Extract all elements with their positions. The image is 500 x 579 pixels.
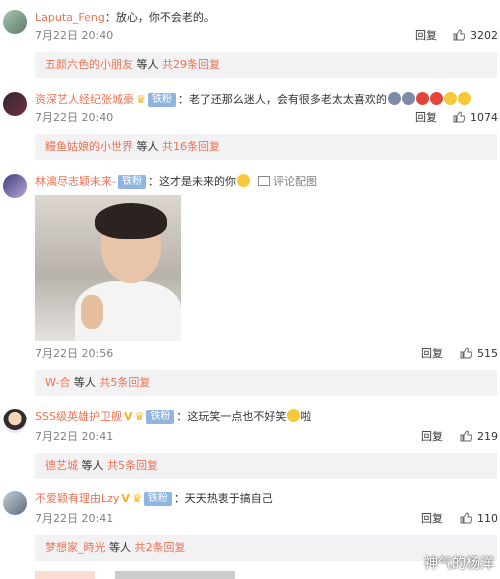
- sub-replies[interactable]: 德艺城 等人 共5条回复: [35, 453, 497, 479]
- sub-reply-count[interactable]: 共5条回复: [107, 459, 158, 472]
- comment-time: 7月22日 20:41: [35, 512, 114, 525]
- fan-badge[interactable]: 铁粉: [117, 175, 146, 189]
- partial-comment: [35, 571, 235, 579]
- avatar[interactable]: [3, 491, 27, 515]
- reply-button[interactable]: 回复: [415, 29, 437, 43]
- fan-badge[interactable]: 铁粉: [143, 492, 172, 506]
- like-count: 515: [477, 347, 498, 360]
- sub-reply-user[interactable]: 鳗鱼姑娘的小世界: [45, 140, 133, 153]
- sub-reply-count[interactable]: 共2条回复: [135, 541, 186, 554]
- like-button[interactable]: 110: [460, 512, 498, 526]
- thumbs-up-icon: [453, 29, 465, 41]
- emoji-icon: [443, 92, 457, 105]
- avatar[interactable]: [3, 174, 27, 198]
- sub-replies[interactable]: 鳗鱼姑娘的小世界 等人 共16条回复: [35, 134, 497, 160]
- sub-reply-user[interactable]: W-合: [45, 376, 70, 389]
- username[interactable]: Laputa_Feng: [35, 11, 105, 24]
- reply-button[interactable]: 回复: [421, 430, 443, 444]
- crown-icon: ♛: [136, 93, 146, 106]
- thumbs-up-icon: [460, 430, 472, 442]
- image-icon: [257, 176, 270, 186]
- thumbs-up-icon: [460, 512, 472, 524]
- sub-reply-text: 等人: [133, 140, 162, 153]
- like-button[interactable]: 1074: [453, 111, 498, 125]
- comment-time: 7月22日 20:56: [35, 347, 114, 360]
- v-icon: V: [121, 492, 130, 505]
- comment-text: ：天天热衷于搞自己: [173, 492, 273, 505]
- emoji-icon: [387, 92, 401, 105]
- thumbs-up-icon: [460, 347, 472, 359]
- username[interactable]: SSS级英雄护卫舰: [35, 410, 122, 423]
- comment-line: Laputa_Feng：放心，你不会老的。: [35, 10, 215, 26]
- comment-line: 资深艺人经纪张城豪 ♛ 铁粉 ：老了还那么迷人，会有很多老太太喜欢的: [35, 92, 471, 108]
- fan-badge[interactable]: 铁粉: [146, 410, 175, 424]
- like-button[interactable]: 3202: [453, 29, 498, 43]
- crown-icon: ♛: [131, 492, 142, 505]
- sub-reply-count[interactable]: 共16条回复: [162, 140, 220, 153]
- username[interactable]: 不爱颖有理由Lzy: [35, 492, 119, 505]
- like-button[interactable]: 515: [460, 347, 498, 361]
- sub-replies[interactable]: 五颜六色的小朋友 等人 共29条回复: [35, 52, 497, 78]
- reply-button[interactable]: 回复: [421, 512, 443, 526]
- crown-icon: ♛: [134, 410, 145, 423]
- emoji-icon: [401, 92, 415, 105]
- comment-image[interactable]: [35, 195, 181, 341]
- sub-reply-text: 等人: [70, 376, 100, 389]
- sub-reply-count[interactable]: 共5条回复: [99, 376, 150, 389]
- like-button[interactable]: 219: [460, 430, 498, 444]
- v-icon: V: [123, 410, 133, 423]
- avatar[interactable]: [3, 409, 27, 433]
- thumbs-up-icon: [453, 111, 465, 123]
- photo-hand: [81, 295, 103, 329]
- comment-line: SSS级英雄护卫舰 V ♛ 铁粉 ：这玩笑一点也不好笑啦: [35, 409, 311, 425]
- comment-text: ：老了还那么迷人，会有很多老太太喜欢的: [177, 93, 387, 106]
- username[interactable]: 林漓尽志颖未来-: [35, 175, 116, 188]
- comment-text: ：这玩笑一点也不好笑: [176, 410, 287, 423]
- like-count: 110: [477, 512, 498, 525]
- photo-hair: [95, 203, 167, 239]
- sub-reply-count[interactable]: 共29条回复: [162, 58, 220, 71]
- reply-button[interactable]: 回复: [421, 347, 443, 361]
- emoji-icon: [429, 92, 443, 105]
- comment-image-link[interactable]: 评论配图: [273, 175, 317, 188]
- comment-text: ：这才是未来的你: [147, 175, 236, 188]
- like-count: 219: [477, 430, 498, 443]
- avatar[interactable]: [3, 92, 27, 116]
- comment-time: 7月22日 20:41: [35, 430, 114, 443]
- like-count: 1074: [470, 111, 498, 124]
- emoji-icon: [415, 92, 429, 105]
- comment-time: 7月22日 20:40: [35, 111, 114, 124]
- comment-line: 林漓尽志颖未来- 铁粉 ：这才是未来的你 评论配图: [35, 174, 317, 190]
- sub-reply-text: 等人: [133, 58, 162, 71]
- sub-reply-text: 等人: [78, 459, 107, 472]
- sub-reply-user[interactable]: 梦想家_時光: [45, 541, 106, 554]
- comment-text-tail: 啦: [300, 410, 312, 423]
- sub-replies[interactable]: W-合 等人 共5条回复: [35, 370, 497, 396]
- comment-time: 7月22日 20:40: [35, 29, 114, 42]
- watermark: 神气的杨洋: [424, 556, 494, 572]
- sub-reply-text: 等人: [105, 541, 135, 554]
- fan-badge[interactable]: 铁粉: [147, 93, 176, 107]
- reply-button[interactable]: 回复: [415, 111, 437, 125]
- comment-line: 不爱颖有理由Lzy V ♛ 铁粉 ：天天热衷于搞自己: [35, 491, 273, 507]
- like-count: 3202: [470, 29, 498, 42]
- avatar[interactable]: [3, 10, 27, 34]
- username[interactable]: 资深艺人经纪张城豪: [35, 93, 134, 106]
- emoji-icon: [287, 409, 301, 422]
- emoji-icon: [457, 92, 471, 105]
- comment-text: ：放心，你不会老的。: [104, 11, 215, 24]
- sub-reply-user[interactable]: 德艺城: [45, 459, 78, 472]
- sub-reply-user[interactable]: 五颜六色的小朋友: [45, 58, 133, 71]
- emoji-icon: [236, 174, 250, 187]
